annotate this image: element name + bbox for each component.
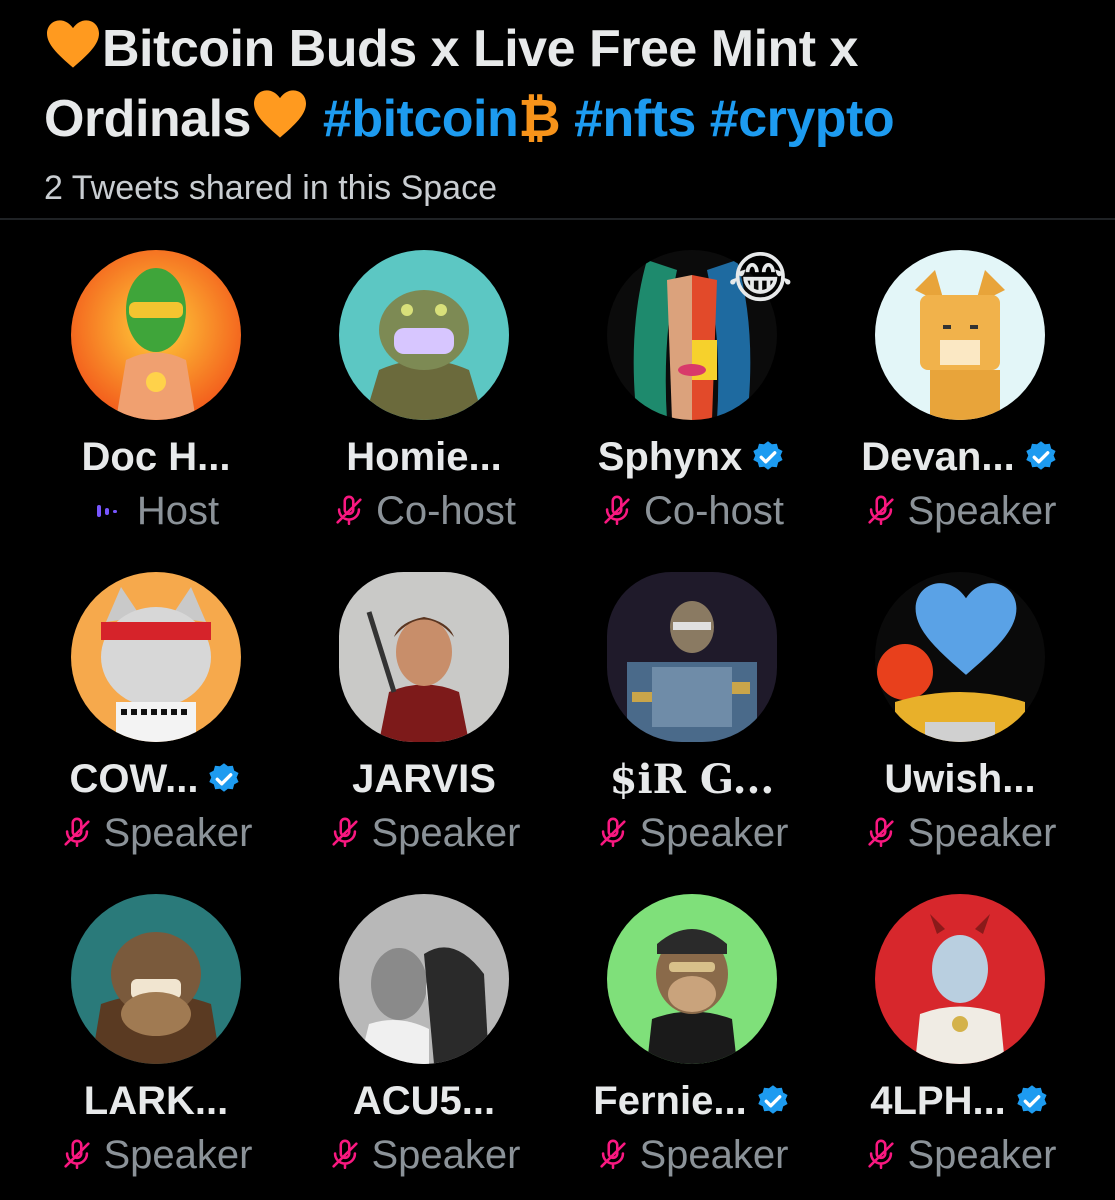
- participant[interactable]: 4LPH... Speaker: [826, 894, 1094, 1200]
- avatar[interactable]: [71, 250, 241, 420]
- hashtag-bitcoin[interactable]: #bitcoin: [323, 90, 519, 148]
- mic-off-icon: [336, 495, 362, 526]
- avatar-image: [339, 894, 509, 1064]
- space-title: Bitcoin Buds x Live Free Mint x Ordinals…: [44, 14, 1094, 154]
- participant-role: Speaker: [103, 1132, 253, 1177]
- avatar[interactable]: [71, 894, 241, 1064]
- space-title-line2: Ordinals: [44, 90, 251, 148]
- participant[interactable]: Uwish... Speaker: [826, 572, 1094, 894]
- mic-off-icon: [599, 817, 626, 848]
- verified-badge-icon: [753, 441, 783, 470]
- shared-tweets-link[interactable]: 2 Tweets shared in this Space: [44, 166, 1094, 210]
- hashtag-crypto[interactable]: #crypto: [710, 90, 895, 148]
- avatar-image: [71, 572, 241, 742]
- hashtag-nfts[interactable]: #nfts: [574, 90, 696, 148]
- participant-role: Speaker: [907, 488, 1057, 533]
- participant-role: Host: [136, 488, 220, 533]
- participant-name: LARK...: [83, 1078, 229, 1123]
- avatar[interactable]: [607, 894, 777, 1064]
- mic-off-icon: [63, 1139, 90, 1170]
- participant-name: Doc H...: [81, 434, 231, 479]
- avatar[interactable]: [875, 250, 1045, 420]
- avatar[interactable]: [71, 572, 241, 742]
- blue-heart-reaction-icon: [915, 583, 1017, 675]
- participant-name: Fernie...: [593, 1078, 747, 1123]
- avatar-image: [339, 250, 509, 420]
- participant-name: Uwish...: [884, 756, 1036, 801]
- participant-name: JARVIS: [352, 756, 496, 801]
- participant-name: ACU5...: [352, 1078, 496, 1123]
- verified-badge-icon: [209, 763, 239, 792]
- participant[interactable]: $iR G... Speaker: [558, 572, 826, 894]
- participant[interactable]: JARVIS Speaker: [290, 572, 558, 894]
- mic-off-icon: [867, 1139, 894, 1170]
- avatar-image: [339, 572, 509, 742]
- participant-role: Speaker: [103, 810, 253, 855]
- participants-grid: Doc H... Host Homie... Co-host 😂 Sphynx …: [22, 246, 1094, 1200]
- participant[interactable]: LARK... Speaker: [22, 894, 290, 1200]
- mic-off-icon: [331, 817, 358, 848]
- participant[interactable]: ACU5... Speaker: [290, 894, 558, 1200]
- participant-name: Sphynx: [597, 434, 743, 479]
- participant[interactable]: COW... Speaker: [22, 572, 290, 894]
- participant-role: Speaker: [639, 1132, 789, 1177]
- mic-off-icon: [63, 817, 90, 848]
- orange-heart-icon: [253, 90, 306, 138]
- mic-off-icon: [599, 1139, 626, 1170]
- participant-role: Co-host: [643, 488, 785, 533]
- participant-name: 4LPH...: [870, 1078, 1006, 1123]
- participant-role: Speaker: [907, 810, 1057, 855]
- avatar-image: [71, 250, 241, 420]
- participant-role: Speaker: [639, 810, 789, 855]
- participant-role: Speaker: [371, 810, 521, 855]
- participant-name: $iR G...: [609, 755, 775, 803]
- avatar[interactable]: [607, 572, 777, 742]
- verified-badge-icon: [1026, 441, 1056, 470]
- participant-name: Devan...: [861, 434, 1015, 479]
- mic-off-icon: [604, 495, 630, 526]
- avatar-image: [875, 250, 1045, 420]
- participant-name: COW...: [69, 756, 199, 801]
- participant[interactable]: Devan... Speaker: [826, 250, 1094, 572]
- space-header: Bitcoin Buds x Live Free Mint x Ordinals…: [44, 14, 1094, 210]
- bitcoin-icon: ₿: [518, 90, 561, 148]
- avatar[interactable]: [339, 894, 509, 1064]
- mic-off-icon: [867, 817, 894, 848]
- avatar-image: [607, 572, 777, 742]
- header-divider: [0, 218, 1115, 220]
- avatar[interactable]: [875, 894, 1045, 1064]
- participant-role: Co-host: [375, 488, 517, 533]
- avatar-image: [875, 894, 1045, 1064]
- participant-role: Speaker: [907, 1132, 1057, 1177]
- avatar-image: [607, 894, 777, 1064]
- participant[interactable]: Doc H... Host: [22, 250, 290, 572]
- participant[interactable]: Fernie... Speaker: [558, 894, 826, 1200]
- verified-badge-icon: [1017, 1085, 1047, 1114]
- orange-heart-icon: [47, 20, 99, 68]
- participant[interactable]: 😂 Sphynx Co-host: [558, 246, 826, 572]
- participant[interactable]: Homie... Co-host: [290, 250, 558, 572]
- audio-wave-icon: [96, 505, 117, 517]
- avatar[interactable]: [339, 572, 509, 742]
- mic-off-icon: [867, 495, 894, 526]
- participant-role: Speaker: [371, 1132, 521, 1177]
- laughing-emoji-reaction: 😂: [727, 246, 793, 309]
- space-title-line1: Bitcoin Buds x Live Free Mint x: [102, 20, 858, 78]
- avatar-image: [71, 894, 241, 1064]
- verified-badge-icon: [757, 1085, 788, 1114]
- avatar[interactable]: [339, 250, 509, 420]
- participant-name: Homie...: [346, 434, 502, 479]
- mic-off-icon: [331, 1139, 358, 1170]
